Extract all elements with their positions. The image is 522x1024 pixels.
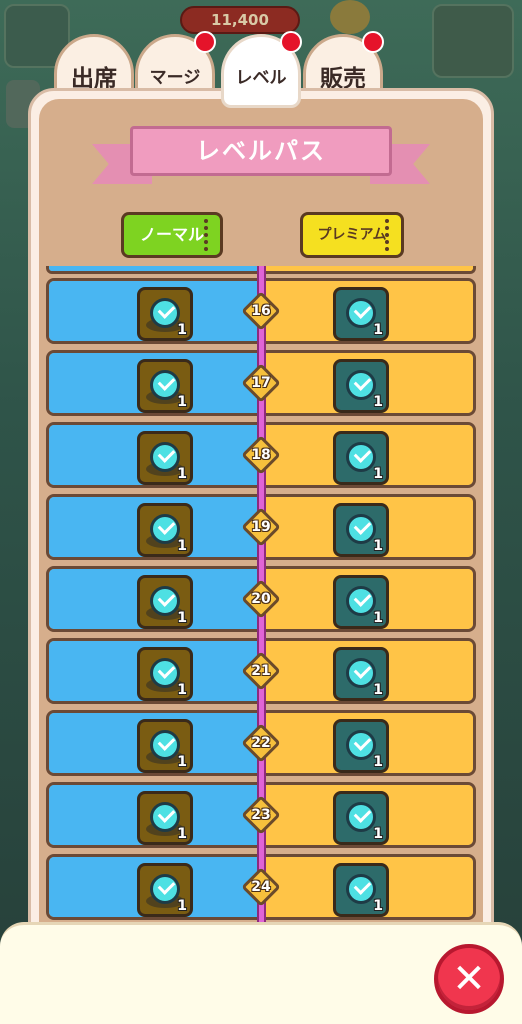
level-number-badge: 21 [241,651,281,691]
premium-reward-slot[interactable]: 1 [333,503,389,557]
normal-lane [49,266,263,271]
check-badge-icon [150,874,180,904]
level-number: 16 [251,303,271,319]
level-number: 17 [251,375,271,391]
premium-reward-slot[interactable]: 1 [333,431,389,485]
reward-quantity: 1 [177,466,187,482]
normal-reward-slot[interactable]: 1 [137,575,193,629]
check-badge-icon [150,442,180,472]
background-shop-icon [432,4,514,78]
check-badge-icon [150,802,180,832]
reward-quantity: 1 [177,682,187,698]
page-title: レベルパス [130,126,392,176]
reward-quantity: 1 [177,826,187,842]
check-badge-icon [150,370,180,400]
notification-dot-icon [194,31,216,53]
level-number: 18 [251,447,271,463]
close-button[interactable]: ✕ [434,944,504,1014]
reward-quantity: 1 [177,322,187,338]
premium-reward-slot[interactable]: 1 [333,863,389,917]
reward-quantity: 1 [177,610,187,626]
reward-quantity: 1 [373,322,383,338]
level-number-badge: 24 [241,867,281,907]
tab-level-label: レベル [235,68,287,88]
tab-level[interactable]: レベル [221,31,302,108]
normal-reward-slot[interactable]: 1 [137,863,193,917]
ticket-perforation [385,219,389,251]
background-coin-icon [330,0,370,34]
level-number-badge: 18 [241,435,281,475]
check-badge-icon [150,586,180,616]
check-badge-icon [346,442,376,472]
check-badge-icon [346,514,376,544]
check-badge-icon [346,298,376,328]
reward-quantity: 1 [373,466,383,482]
reward-quantity: 1 [373,538,383,554]
level-number: 19 [251,519,271,535]
background-currency-counter: 11,400 [180,6,300,34]
reward-quantity: 1 [373,610,383,626]
premium-lane [263,266,473,271]
check-badge-icon [150,730,180,760]
check-badge-icon [346,586,376,616]
premium-reward-slot[interactable]: 1 [333,575,389,629]
check-badge-icon [150,298,180,328]
reward-quantity: 1 [373,754,383,770]
reward-quantity: 1 [373,898,383,914]
level-number: 21 [251,663,271,679]
premium-reward-slot[interactable]: 1 [333,647,389,701]
premium-ticket-label: プレミアム [317,227,387,243]
check-badge-icon [150,514,180,544]
check-badge-icon [346,730,376,760]
normal-reward-slot[interactable]: 1 [137,359,193,413]
premium-reward-slot[interactable]: 1 [333,287,389,341]
level-number: 23 [251,807,271,823]
reward-quantity: 1 [177,394,187,410]
reward-quantity: 1 [177,898,187,914]
reward-quantity: 1 [373,394,383,410]
level-number: 24 [251,879,271,895]
level-number-badge: 16 [241,291,281,331]
normal-reward-slot[interactable]: 1 [137,431,193,485]
normal-reward-slot[interactable]: 1 [137,791,193,845]
premium-pass-ticket[interactable]: プレミアム [300,212,404,258]
level-number: 20 [251,591,271,607]
premium-reward-slot[interactable]: 1 [333,359,389,413]
check-badge-icon [150,658,180,688]
level-number: 22 [251,735,271,751]
level-number-badge: 17 [241,363,281,403]
check-badge-icon [346,658,376,688]
premium-reward-slot[interactable]: 1 [333,791,389,845]
level-number-badge: 23 [241,795,281,835]
level-number-badge: 19 [241,507,281,547]
ticket-perforation [204,219,208,251]
notification-dot-icon [362,31,384,53]
tab-merge-label: マージ [149,68,201,88]
reward-quantity: 1 [373,826,383,842]
normal-ticket-label: ノーマル [139,225,204,244]
reward-quantity: 1 [373,682,383,698]
normal-reward-slot[interactable]: 1 [137,647,193,701]
check-badge-icon [346,874,376,904]
title-ribbon: レベルパス [92,124,430,190]
check-badge-icon [346,802,376,832]
premium-reward-slot[interactable]: 1 [333,719,389,773]
normal-reward-slot[interactable]: 1 [137,287,193,341]
check-badge-icon [346,370,376,400]
reward-quantity: 1 [177,538,187,554]
normal-reward-slot[interactable]: 1 [137,719,193,773]
normal-pass-ticket: ノーマル [121,212,223,258]
notification-dot-icon [280,31,302,53]
level-number-badge: 20 [241,579,281,619]
normal-reward-slot[interactable]: 1 [137,503,193,557]
level-number-badge: 22 [241,723,281,763]
reward-quantity: 1 [177,754,187,770]
close-x-icon: ✕ [452,956,486,1002]
